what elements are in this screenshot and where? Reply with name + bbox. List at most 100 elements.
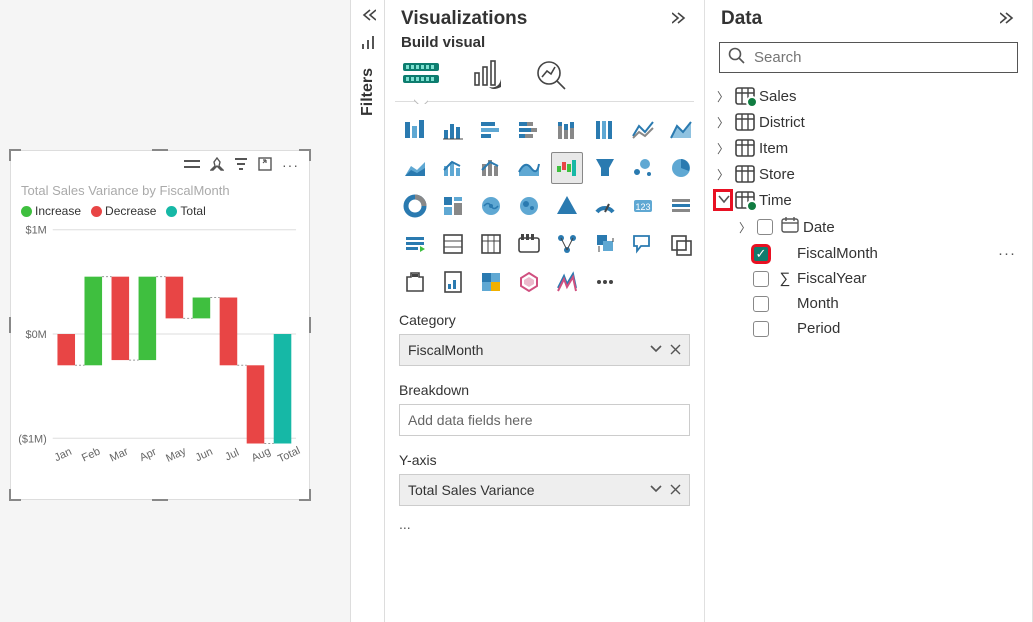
field-checkbox[interactable] [757,219,773,235]
field-fiscalyear[interactable]: ∑ FiscalYear [713,266,1024,291]
viz-type-button[interactable] [627,152,659,184]
more-icon[interactable]: ··· [282,157,299,173]
field-checkbox[interactable] [753,296,769,312]
chevron-down-icon[interactable] [715,191,731,209]
table-item[interactable]: 〉 Item [713,135,1024,161]
field-label: FiscalMonth [797,245,878,262]
collapse-data-icon[interactable] [1000,11,1016,28]
viz-type-button[interactable] [437,114,469,146]
remove-field-icon[interactable] [670,342,681,358]
well-breakdown-placeholder: Add data fields here [408,412,681,428]
well-category-value: FiscalMonth [408,342,650,358]
chevron-right-icon[interactable]: 〉 [715,114,731,131]
resize-handle[interactable] [299,149,311,161]
viz-type-button[interactable] [589,228,621,260]
viz-type-button[interactable] [437,152,469,184]
search-icon [728,47,746,68]
viz-type-button[interactable] [513,228,545,260]
viz-type-button[interactable] [627,228,659,260]
viz-type-button[interactable] [665,152,697,184]
resize-handle[interactable] [9,149,21,161]
viz-type-button[interactable] [399,228,431,260]
viz-type-button[interactable] [551,114,583,146]
well-yaxis-value: Total Sales Variance [408,482,650,498]
viz-type-button[interactable] [437,190,469,222]
viz-type-button[interactable] [665,228,697,260]
well-yaxis[interactable]: Total Sales Variance [399,474,690,506]
filter-icon[interactable] [234,157,248,173]
remove-field-icon[interactable] [670,482,681,498]
viz-type-button[interactable] [399,190,431,222]
search-input-container[interactable] [719,42,1018,73]
viz-type-button[interactable] [589,190,621,222]
more-options[interactable]: ... [385,516,704,542]
drill-icon[interactable] [184,157,200,173]
viz-type-button[interactable] [475,190,507,222]
collapse-viz-icon[interactable] [672,11,688,28]
field-fiscalmonth[interactable]: ✓ FiscalMonth ··· [713,241,1024,266]
viz-type-button[interactable] [589,152,621,184]
well-breakdown[interactable]: Add data fields here [399,404,690,436]
search-input[interactable] [752,48,1009,67]
chevron-right-icon[interactable]: 〉 [715,166,731,183]
chevron-down-icon[interactable] [650,482,662,498]
viz-type-button[interactable] [551,266,583,298]
table-district[interactable]: 〉 District [713,109,1024,135]
viz-type-button[interactable] [665,114,697,146]
report-canvas[interactable]: ··· Total Sales Variance by FiscalMonth … [0,0,350,622]
resize-handle[interactable] [9,489,21,501]
viz-type-button[interactable] [513,266,545,298]
viz-type-button[interactable] [627,114,659,146]
viz-type-button[interactable] [589,114,621,146]
data-pane: Data 〉 Sales 〉 District 〉 Item [705,0,1033,622]
table-time[interactable]: Time [713,187,1024,213]
viz-type-button[interactable] [399,114,431,146]
viz-type-button[interactable] [551,190,583,222]
viz-type-button[interactable] [551,228,583,260]
expand-filters-icon[interactable] [351,4,384,29]
field-month[interactable]: Month [713,291,1024,316]
viz-type-button[interactable] [513,114,545,146]
viz-type-button[interactable] [589,266,621,298]
field-more-icon[interactable]: ··· [998,245,1022,262]
table-store[interactable]: 〉 Store [713,161,1024,187]
resize-handle[interactable] [152,489,168,501]
resize-handle[interactable] [152,149,168,161]
viz-type-button[interactable] [475,152,507,184]
viz-type-button[interactable] [399,152,431,184]
viz-type-button[interactable]: 123 [627,190,659,222]
pin-icon[interactable] [210,157,224,173]
viz-type-button[interactable] [513,152,545,184]
field-checkbox-checked[interactable]: ✓ [753,246,769,262]
table-label: Item [759,140,788,157]
field-checkbox[interactable] [753,271,769,287]
viz-type-button[interactable] [665,190,697,222]
viz-type-button[interactable] [399,266,431,298]
viz-type-button[interactable] [475,114,507,146]
field-date[interactable]: 〉 Date [713,213,1024,241]
table-sales[interactable]: 〉 Sales [713,83,1024,109]
viz-type-button[interactable] [437,266,469,298]
tab-analytics[interactable] [535,59,569,97]
tab-build-visual[interactable] [401,59,441,97]
chevron-right-icon[interactable]: 〉 [715,140,731,157]
chevron-right-icon[interactable]: 〉 [715,88,731,105]
chart-visual[interactable]: ··· Total Sales Variance by FiscalMonth … [10,150,310,500]
svg-text:$0M: $0M [26,329,47,341]
viz-subtitle: Build visual [385,34,704,59]
focus-icon[interactable] [258,157,272,173]
chevron-right-icon[interactable]: 〉 [737,219,753,236]
tab-format-visual[interactable] [471,59,505,97]
chevron-down-icon[interactable] [650,342,662,358]
viz-type-button[interactable] [437,228,469,260]
well-category[interactable]: FiscalMonth [399,334,690,366]
resize-handle[interactable] [299,489,311,501]
viz-type-button[interactable] [475,266,507,298]
viz-type-button[interactable] [475,228,507,260]
table-label: Time [759,192,792,209]
field-period[interactable]: Period [713,316,1024,341]
field-checkbox[interactable] [753,321,769,337]
viz-type-waterfall[interactable] [551,152,583,184]
filters-pane-collapsed[interactable]: Filters [350,0,385,622]
viz-type-button[interactable] [513,190,545,222]
